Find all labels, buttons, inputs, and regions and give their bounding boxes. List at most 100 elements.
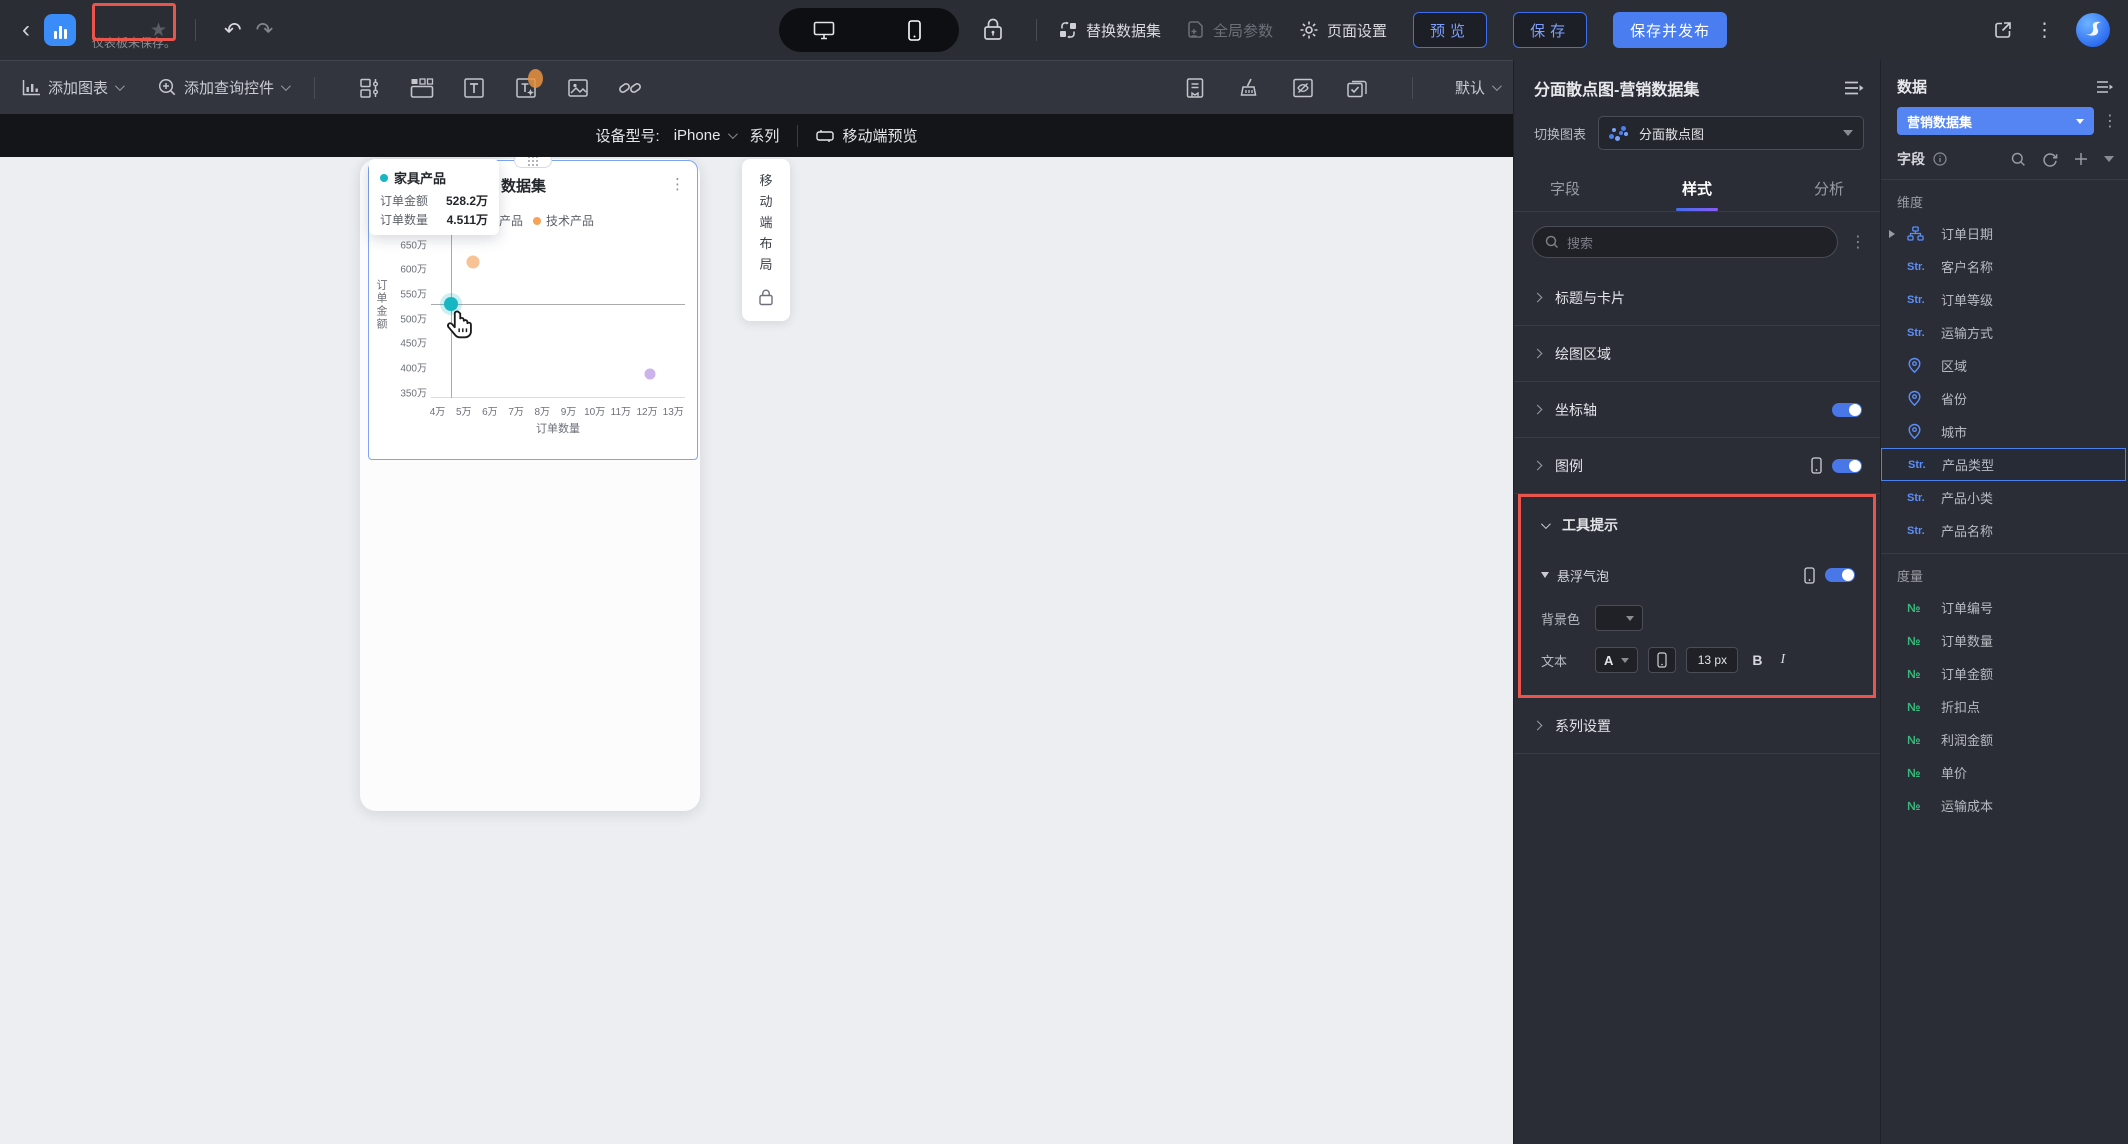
measure-field-6[interactable]: № 运输成本 [1881, 789, 2128, 822]
measure-field-5[interactable]: № 单价 [1881, 756, 2128, 789]
scatter-point-技术产品[interactable] [466, 255, 480, 269]
collapse-panel-icon[interactable] [1844, 80, 1864, 96]
replace-dataset-button[interactable]: 替换数据集 [1058, 20, 1161, 41]
refresh-icon[interactable] [2042, 152, 2058, 167]
measure-field-2[interactable]: № 订单金额 [1881, 657, 2128, 690]
mobile-preview-button[interactable]: 移动端预览 [816, 125, 917, 146]
clean-broom-icon[interactable] [1236, 75, 1262, 101]
preview-button[interactable]: 预览 [1413, 12, 1488, 48]
dimension-field-7[interactable]: Str. 产品类型 [1881, 448, 2126, 481]
section-series[interactable]: 系列设置 [1514, 698, 1880, 754]
hover-bubble-row[interactable]: 悬浮气泡 [1541, 553, 1855, 597]
dimension-field-3[interactable]: Str. 运输方式 [1881, 316, 2128, 349]
bubble-toggle-on[interactable] [1825, 568, 1855, 582]
link-widget-icon[interactable] [617, 75, 643, 101]
dimension-field-2[interactable]: Str. 订单等级 [1881, 283, 2128, 316]
add-chart-label: 添加图表 [48, 80, 109, 97]
page-settings-button[interactable]: 页面设置 [1299, 20, 1387, 41]
italic-button[interactable]: I [1777, 652, 1790, 668]
more-menu-icon[interactable]: ⋮ [2035, 19, 2054, 42]
expand-caret-icon[interactable] [1889, 229, 1895, 238]
save-button[interactable]: 保存 [1513, 12, 1588, 48]
dimension-field-4[interactable]: 区域 [1881, 349, 2128, 382]
dimension-field-0[interactable]: 订单日期 [1881, 217, 2128, 250]
section-legend[interactable]: 图例 [1514, 438, 1880, 494]
style-search-input[interactable]: 搜索 [1532, 226, 1838, 258]
device-model-select[interactable]: iPhone [674, 127, 739, 144]
search-more-icon[interactable]: ⋮ [1850, 232, 1866, 252]
undo-button[interactable]: ↶ [224, 18, 242, 43]
section-axes[interactable]: 坐标轴 [1514, 382, 1880, 438]
tab-style[interactable]: 样式 [1676, 170, 1718, 211]
font-size-input[interactable]: 13 px [1686, 647, 1739, 673]
hide-element-icon[interactable] [1290, 75, 1316, 101]
ai-text-widget-icon[interactable] [513, 68, 544, 101]
lock-icon[interactable] [982, 17, 1004, 42]
share-icon[interactable] [1993, 20, 2013, 40]
global-params-button[interactable]: 全局参数 [1187, 20, 1273, 41]
measure-field-1[interactable]: № 订单数量 [1881, 624, 2128, 657]
tab-container-icon[interactable] [409, 75, 435, 101]
dataset-select[interactable]: 营销数据集 [1897, 107, 2094, 135]
dimension-field-6[interactable]: 城市 [1881, 415, 2128, 448]
add-query-control-button[interactable]: 添加查询控件 [158, 77, 291, 98]
device-series-label[interactable]: 系列 [749, 125, 779, 146]
info-icon[interactable] [1933, 152, 1947, 166]
section-tooltip[interactable]: 工具提示 [1521, 497, 1873, 553]
font-mobile-button[interactable] [1648, 647, 1677, 673]
measure-field-4[interactable]: № 利润金额 [1881, 723, 2128, 756]
measure-field-0[interactable]: № 订单编号 [1881, 591, 2128, 624]
tab-fields[interactable]: 字段 [1544, 170, 1586, 211]
plot-area[interactable] [431, 228, 685, 398]
mobile-mode-button[interactable] [869, 8, 959, 52]
measure-field-3[interactable]: № 折扣点 [1881, 690, 2128, 723]
section-plot-area[interactable]: 绘图区域 [1514, 326, 1880, 382]
report-notes-icon[interactable] [1182, 75, 1208, 101]
dashboard-canvas[interactable]: 数据集 ⋮ 产品 技术产品 订单金额 650万 600万 550万 500万 450万 4… [0, 157, 1513, 1144]
text-widget-icon[interactable] [461, 75, 487, 101]
dimension-field-5[interactable]: 省份 [1881, 382, 2128, 415]
scatter-point-series2[interactable] [644, 368, 656, 380]
add-field-icon[interactable] [2074, 152, 2088, 166]
save-publish-button[interactable]: 保存并发布 [1613, 12, 1728, 48]
add-chart-button[interactable]: 添加图表 [22, 77, 125, 98]
app-window: ‹ 仪表板未保存。 ★ ↶ ↷ 替换数据集 全局参数 页面设置 预览 保存 保存… [0, 0, 2128, 1144]
field-label: 利润金额 [1941, 733, 1994, 748]
chevron-down-icon [280, 81, 291, 92]
dimension-field-1[interactable]: Str. 客户名称 [1881, 250, 2128, 283]
dataset-name: 营销数据集 [1907, 114, 1973, 130]
chevron-down-icon [1491, 81, 1502, 92]
x-tick: 13万 [662, 407, 684, 418]
theme-select[interactable]: 默认 [1455, 77, 1502, 98]
section-title-card[interactable]: 标题与卡片 [1514, 270, 1880, 326]
bg-color-select[interactable] [1595, 605, 1643, 631]
phone-icon [907, 19, 921, 41]
axes-toggle-on[interactable] [1832, 402, 1862, 417]
redo-button[interactable]: ↷ [256, 18, 274, 43]
y-tick: 650万 [400, 240, 427, 252]
tab-analysis[interactable]: 分析 [1808, 170, 1850, 211]
font-color-select[interactable]: A [1595, 647, 1639, 673]
back-icon[interactable]: ‹ [22, 18, 30, 42]
collapse-panel-icon[interactable] [2096, 80, 2114, 94]
field-label: 订单日期 [1941, 227, 1994, 242]
chart-type-select[interactable]: 分面散点图 [1598, 116, 1864, 150]
image-widget-icon[interactable] [565, 75, 591, 101]
batch-select-icon[interactable] [1344, 75, 1370, 101]
desktop-mode-button[interactable] [779, 8, 869, 52]
chevron-down-icon [114, 81, 125, 92]
legend-toggle-on[interactable] [1832, 458, 1862, 473]
section-label: 工具提示 [1562, 517, 1618, 533]
avatar[interactable] [2076, 13, 2110, 47]
control-widget-icon[interactable] [357, 75, 383, 101]
mobile-layout-char: 移 [759, 173, 773, 188]
mobile-layout-panel[interactable]: 移 动 端 布 局 [742, 159, 790, 321]
search-fields-icon[interactable] [2011, 152, 2026, 167]
layout-lock-icon[interactable] [758, 288, 774, 306]
dimension-field-9[interactable]: Str. 产品名称 [1881, 514, 2128, 547]
bold-button[interactable]: B [1748, 652, 1766, 668]
dimension-field-8[interactable]: Str. 产品小类 [1881, 481, 2128, 514]
caret-down-icon[interactable] [2104, 156, 2114, 162]
caret-down-icon [1626, 615, 1634, 621]
dataset-more-icon[interactable]: ⋮ [2102, 111, 2118, 131]
